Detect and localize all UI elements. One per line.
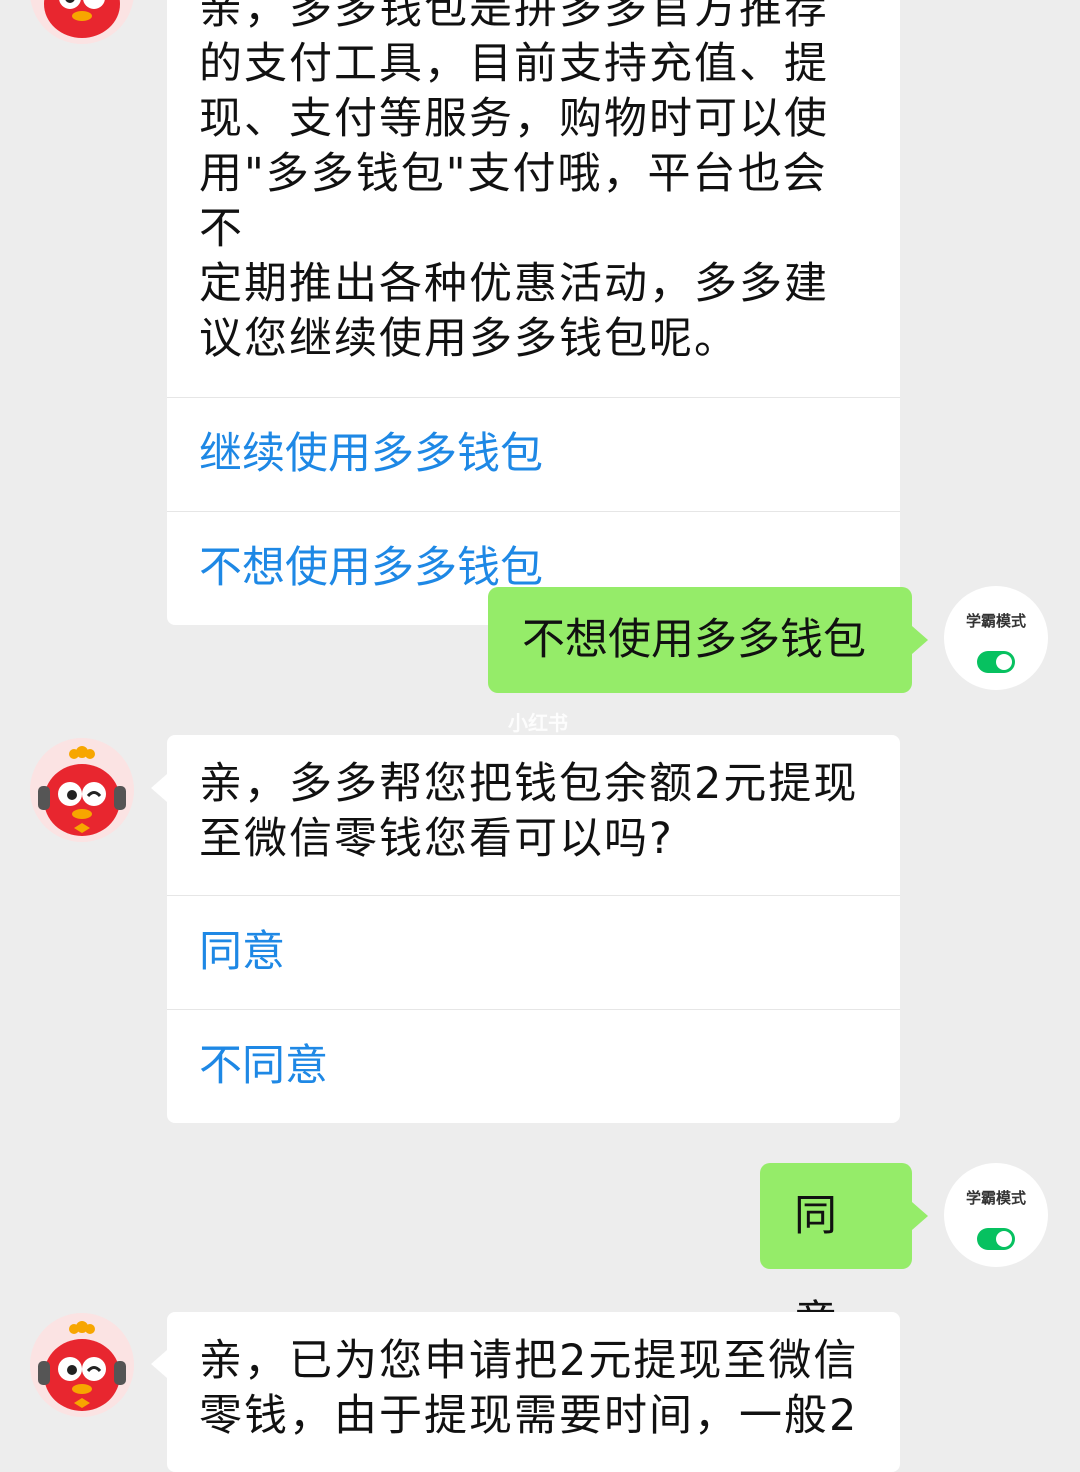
duck-mascot-icon	[30, 1313, 134, 1417]
toggle-knob	[996, 654, 1012, 670]
message-line: 用"多多钱包"支付哦，平台也会不	[199, 149, 828, 254]
study-mode-label: 学霸模式	[965, 1189, 1026, 1207]
duck-mascot-icon	[30, 738, 134, 842]
message-line: 亲，多多钱包是拼多多官方推荐	[199, 0, 829, 34]
bot-message-card: 亲，已为您申请把2元提现至微信 零钱，由于提现需要时间，一般2	[167, 1312, 900, 1472]
user-message-bubble: 同意	[760, 1163, 912, 1347]
study-mode-label: 学霸模式	[965, 612, 1026, 630]
bot-message-text: 亲，已为您申请把2元提现至微信 零钱，由于提现需要时间，一般2	[167, 1312, 900, 1444]
message-line: 亲，已为您申请把2元提现至微信	[199, 1336, 859, 1386]
bubble-tail	[912, 1202, 928, 1230]
message-line: 亲，多多帮您把钱包余额2元提现	[199, 759, 859, 809]
duck-mascot-icon	[30, 0, 134, 44]
user-avatar[interactable]: 学霸模式	[944, 586, 1048, 690]
message-line: 零钱，由于提现需要时间，一般2	[199, 1391, 859, 1441]
user-message-bubble: 不想使用多多钱包	[488, 587, 912, 693]
message-line: 的支付工具，目前支持充值、提	[199, 39, 829, 89]
option-agree[interactable]: 同意	[167, 895, 900, 1009]
bot-avatar[interactable]	[30, 0, 134, 44]
bubble-tail	[151, 1350, 167, 1378]
user-avatar[interactable]: 学霸模式	[944, 1163, 1048, 1267]
bot-avatar[interactable]	[30, 738, 134, 842]
message-line: 定期推出各种优惠活动，多多建	[199, 259, 829, 309]
bot-avatar[interactable]	[30, 1313, 134, 1417]
message-line: 现、支付等服务，购物时可以使	[199, 94, 829, 144]
bubble-tail	[151, 774, 167, 802]
study-mode-toggle[interactable]	[977, 1228, 1015, 1250]
message-line: 至微信零钱您看可以吗?	[199, 814, 674, 864]
bot-message-card: 亲，多多帮您把钱包余额2元提现 至微信零钱您看可以吗? 同意 不同意	[167, 735, 900, 1123]
bot-message-card: 亲，多多钱包是拼多多官方推荐 的支付工具，目前支持充值、提 现、支付等服务，购物…	[167, 0, 900, 625]
bot-message-text: 亲，多多帮您把钱包余额2元提现 至微信零钱您看可以吗?	[167, 735, 900, 895]
bot-message-text: 亲，多多钱包是拼多多官方推荐 的支付工具，目前支持充值、提 现、支付等服务，购物…	[167, 0, 900, 397]
option-disagree[interactable]: 不同意	[167, 1009, 900, 1123]
message-line: 议您继续使用多多钱包呢。	[199, 314, 739, 364]
option-continue-wallet[interactable]: 继续使用多多钱包	[167, 397, 900, 511]
watermark: 小红书	[508, 711, 568, 735]
toggle-knob	[996, 1231, 1012, 1247]
study-mode-toggle[interactable]	[977, 651, 1015, 673]
bubble-tail	[912, 626, 928, 654]
